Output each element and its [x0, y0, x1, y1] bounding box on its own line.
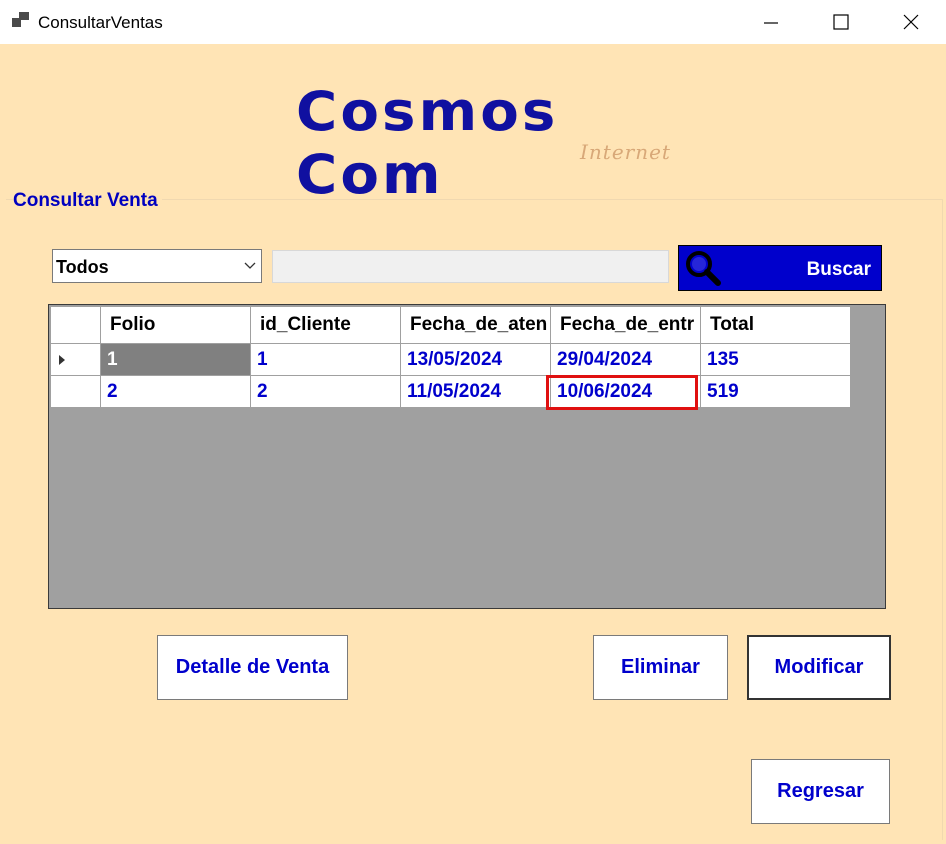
column-header-total[interactable]: Total	[700, 306, 851, 344]
close-icon	[903, 14, 919, 30]
logo-sub-text: Internet	[580, 140, 671, 164]
cell-id-cliente[interactable]: 1	[250, 343, 401, 376]
column-header-fecha-entrega[interactable]: Fecha_de_entr	[550, 306, 701, 344]
close-button[interactable]	[876, 0, 946, 44]
table-row[interactable]: 2 2 11/05/2024 10/06/2024 519	[50, 375, 851, 408]
cell-total[interactable]: 519	[700, 375, 851, 408]
cell-fecha-entrega[interactable]: 29/04/2024	[550, 343, 701, 376]
cell-folio[interactable]: 2	[100, 375, 251, 408]
cell-total[interactable]: 135	[700, 343, 851, 376]
maximize-button[interactable]	[806, 0, 876, 44]
filter-combobox[interactable]: Todos	[52, 249, 262, 283]
cell-id-cliente[interactable]: 2	[250, 375, 401, 408]
column-header-folio[interactable]: Folio	[100, 306, 251, 344]
cell-fecha-atencion[interactable]: 13/05/2024	[400, 343, 551, 376]
row-header[interactable]	[50, 375, 101, 408]
chevron-down-icon	[244, 262, 256, 269]
cell-fecha-atencion[interactable]: 11/05/2024	[400, 375, 551, 408]
eliminar-button[interactable]: Eliminar	[593, 635, 728, 700]
window-title: ConsultarVentas	[38, 13, 163, 32]
ventas-datagrid[interactable]: Folio id_Cliente Fecha_de_aten Fecha_de_…	[48, 304, 886, 609]
cell-folio[interactable]: 1	[100, 343, 251, 376]
search-input[interactable]	[272, 250, 669, 283]
grid-corner-header[interactable]	[50, 306, 101, 344]
buscar-button[interactable]: Buscar	[678, 245, 882, 291]
title-bar: ConsultarVentas	[0, 0, 946, 44]
column-header-fecha-atencion[interactable]: Fecha_de_aten	[400, 306, 551, 344]
column-header-id-cliente[interactable]: id_Cliente	[250, 306, 401, 344]
magnifier-icon	[686, 251, 721, 286]
row-header[interactable]	[50, 343, 101, 376]
filter-selected-value: Todos	[56, 257, 109, 277]
table-row[interactable]: 1 1 13/05/2024 29/04/2024 135	[50, 343, 851, 376]
current-row-arrow-icon	[59, 355, 65, 365]
cell-fecha-entrega[interactable]: 10/06/2024	[550, 375, 701, 408]
buscar-label: Buscar	[806, 259, 871, 280]
detalle-de-venta-button[interactable]: Detalle de Venta	[157, 635, 348, 700]
regresar-button[interactable]: Regresar	[751, 759, 890, 824]
grid-header-row: Folio id_Cliente Fecha_de_aten Fecha_de_…	[50, 306, 851, 344]
maximize-icon	[833, 14, 849, 30]
minimize-icon	[764, 22, 778, 24]
minimize-button[interactable]	[736, 0, 806, 44]
app-icon	[12, 12, 30, 30]
modificar-button[interactable]: Modificar	[747, 635, 891, 700]
group-title: Consultar Venta	[13, 190, 162, 212]
cosmos-com-logo: Cosmos Com Internet	[290, 80, 710, 206]
form-client-area: Cosmos Com Internet Consultar Venta Todo…	[0, 44, 946, 844]
